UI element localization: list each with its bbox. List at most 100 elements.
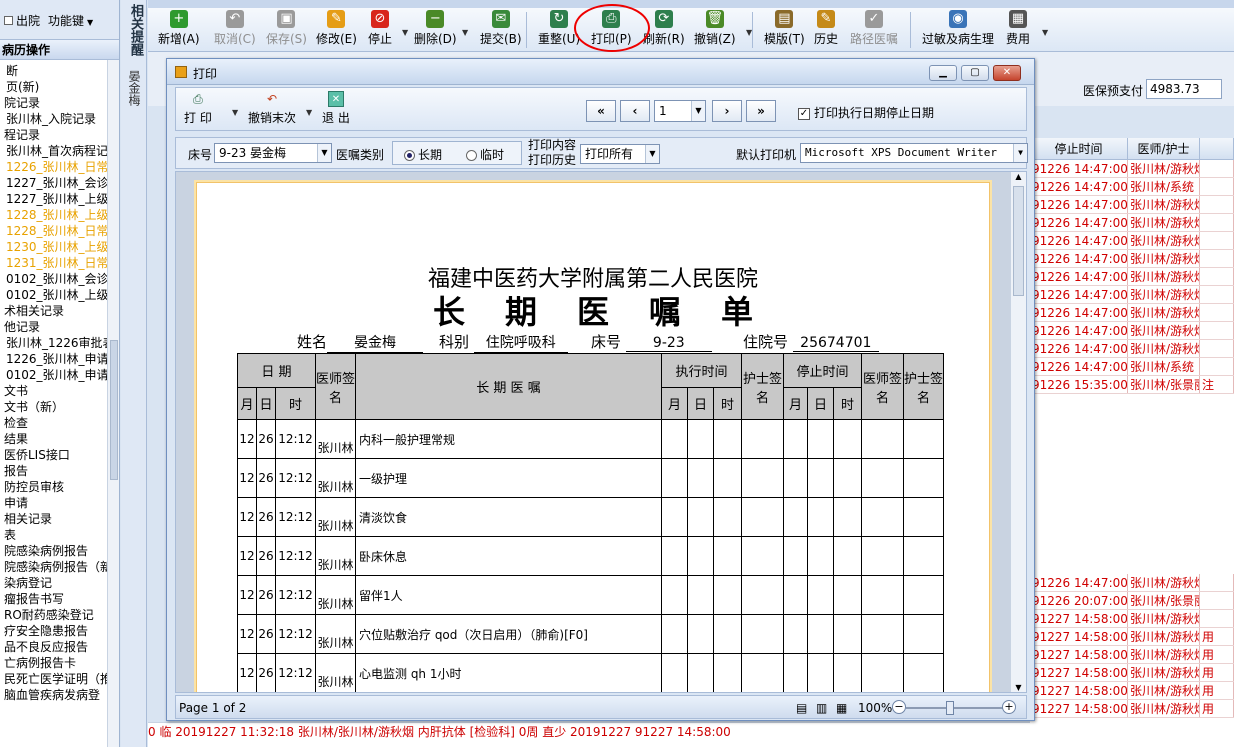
function-key-button[interactable]: 功能键 ▼ (48, 12, 93, 29)
prev-page-button[interactable]: ‹ (620, 100, 650, 122)
preview-scrollbar[interactable]: ▲ ▼ (1010, 172, 1026, 692)
maximize-button[interactable]: ▢ (961, 65, 989, 81)
table-row[interactable]: 91226 14:47:00 张川林/游秋烟 (1030, 160, 1234, 178)
tree-item[interactable]: 张川林_首次病程记 (0, 143, 119, 159)
tree-item[interactable]: 1227_张川林_会诊 (0, 175, 119, 191)
table-row[interactable]: 91227 14:58:00 张川林/游秋烟 (1030, 610, 1234, 628)
tree-item[interactable]: 张川林_1226审批表 (0, 335, 119, 351)
tree-item[interactable]: 文书（新） (0, 399, 119, 415)
tree-item[interactable]: 申请 (0, 495, 119, 511)
scroll-down-icon[interactable]: ▼ (1011, 683, 1026, 692)
tree-item[interactable]: 表 (0, 527, 119, 543)
toolbar-button-pathway[interactable]: ✓ 路径医嘱 (850, 10, 898, 47)
tree-item[interactable]: 民死亡医学证明（推 (0, 671, 119, 687)
printer-select[interactable]: Microsoft XPS Document Writer ▼ (800, 143, 1028, 163)
toolbar-button-stop[interactable]: ⊘ 停止 (368, 10, 392, 47)
tree-item[interactable]: 张川林_入院记录 (0, 111, 119, 127)
table-row[interactable]: 91226 14:47:00 张川林/游秋烟 (1030, 574, 1234, 592)
chevron-down-icon[interactable]: ▼ (402, 28, 408, 37)
tree-item[interactable]: 防控员审核 (0, 479, 119, 495)
table-row[interactable]: 91226 14:47:00 张川林/游秋烟 (1030, 232, 1234, 250)
tree-item[interactable]: 亡病例报告卡 (0, 655, 119, 671)
tree-item[interactable]: 报告 (0, 463, 119, 479)
tree-item[interactable]: 染病登记 (0, 575, 119, 591)
tree-item[interactable]: 结果 (0, 431, 119, 447)
tab-patient[interactable]: 晏金梅 (121, 60, 148, 116)
table-row[interactable]: 91227 14:58:00 张川林/游秋烟用 (1030, 700, 1234, 718)
toolbar-button-plus[interactable]: + 新增(A) (158, 10, 200, 47)
page-select[interactable]: 1 ▼ (654, 100, 706, 122)
tree-item[interactable]: 1231_张川林_日常 (0, 255, 119, 271)
grid-header-cell[interactable]: 停止时间 (1030, 138, 1128, 159)
table-row[interactable]: 91226 14:47:00 张川林/游秋烟 (1030, 250, 1234, 268)
tree-item[interactable]: 品不良反应报告 (0, 639, 119, 655)
table-row[interactable]: 91227 14:58:00 张川林/游秋烟用 (1030, 646, 1234, 664)
bed-select[interactable]: 9-23 晏金梅 ▼ (214, 143, 332, 163)
table-row[interactable]: 91226 14:47:00 张川林/游秋烟 (1030, 340, 1234, 358)
last-page-button[interactable]: » (746, 100, 776, 122)
toolbar-button-undo[interactable]: ↶ 取消(C) (214, 10, 256, 47)
scrollbar-thumb[interactable] (110, 340, 118, 480)
toolbar-button-edit[interactable]: ✎ 修改(E) (316, 10, 357, 47)
tree-item[interactable]: 1227_张川林_上级 (0, 191, 119, 207)
tab-reminders[interactable]: 相关提醒 (121, 0, 150, 60)
table-row[interactable]: 91226 14:47:00 张川林/游秋烟 (1030, 304, 1234, 322)
chevron-down-icon[interactable]: ▼ (306, 108, 312, 117)
toolbar-button-history[interactable]: ✎ 历史 (814, 10, 838, 47)
table-row[interactable]: 91226 14:47:00 张川林/游秋烟 (1030, 196, 1234, 214)
tree-item[interactable]: 0102_张川林_上级 (0, 287, 119, 303)
zoom-in-icon[interactable]: + (1002, 700, 1016, 714)
toolbar-button-delete[interactable]: − 删除(D) (414, 10, 457, 47)
left-scrollbar[interactable] (107, 60, 119, 747)
discharge-button[interactable]: 出院 (4, 12, 40, 29)
tree-item[interactable]: 0102_张川林_申请 (0, 367, 119, 383)
radio-long-term[interactable]: 长期 (404, 146, 442, 163)
zoom-slider-knob[interactable] (946, 701, 954, 715)
tree-item[interactable]: 院感染病例报告 (0, 543, 119, 559)
chevron-down-icon[interactable]: ▼ (232, 108, 238, 117)
toolbar-button-revoke[interactable]: 🗑 撤销(Z) (694, 10, 736, 47)
tree-item[interactable]: 1226_张川林_日常 (0, 159, 119, 175)
table-row[interactable]: 91227 14:58:00 张川林/游秋烟用 (1030, 664, 1234, 682)
tree-item[interactable]: 疗安全隐患报告 (0, 623, 119, 639)
table-row[interactable]: 91227 14:58:00 张川林/游秋烟用 (1030, 628, 1234, 646)
tree-item[interactable]: 1228_张川林_上级 (0, 207, 119, 223)
print-stop-date-checkbox[interactable]: ✓ 打印执行日期停止日期 (798, 104, 934, 121)
scroll-up-icon[interactable]: ▲ (1011, 172, 1026, 181)
tree-item[interactable]: 程记录 (0, 127, 119, 143)
toolbar-button-allergy[interactable]: ◉ 过敏及病生理 (922, 10, 994, 47)
chevron-down-icon[interactable]: ▼ (1042, 28, 1048, 37)
tree-item[interactable]: 1226_张川林_申请 (0, 351, 119, 367)
tree-item[interactable]: 0102_张川林_会诊 (0, 271, 119, 287)
first-page-button[interactable]: « (586, 100, 616, 122)
print-button[interactable]: ⎙ 打 印 (184, 91, 212, 126)
tree-item[interactable]: RO耐药感染登记 (0, 607, 119, 623)
next-page-button[interactable]: › (712, 100, 742, 122)
zoom-out-icon[interactable]: − (892, 700, 906, 714)
two-page-icon[interactable]: ▥ (816, 701, 827, 715)
undo-last-button[interactable]: ↶ 撤销末次 (248, 91, 296, 126)
print-scope-select[interactable]: 打印所有 ▼ (580, 144, 660, 164)
table-row[interactable]: 91226 14:47:00 张川林/游秋烟 (1030, 214, 1234, 232)
table-row[interactable]: 91226 14:47:00 张川林/游秋烟 (1030, 322, 1234, 340)
grid-header-cell[interactable]: 医师/护士 (1128, 138, 1200, 159)
toolbar-button-fee[interactable]: ▦ 费用 (1006, 10, 1030, 47)
tree-item[interactable]: 1228_张川林_日常 (0, 223, 119, 239)
table-row[interactable]: 91226 15:35:00 张川林/张景丽注 (1030, 376, 1234, 394)
toolbar-button-submit[interactable]: ✉ 提交(B) (480, 10, 522, 47)
table-row[interactable]: 91226 14:47:00 张川林/系统 (1030, 178, 1234, 196)
table-row[interactable]: 91226 14:47:00 张川林/游秋烟 (1030, 286, 1234, 304)
tree-item[interactable]: 相关记录 (0, 511, 119, 527)
table-row[interactable]: 91227 14:58:00 张川林/游秋烟用 (1030, 682, 1234, 700)
toolbar-button-save[interactable]: ▣ 保存(S) (266, 10, 307, 47)
table-row[interactable]: 91226 14:47:00 张川林/游秋烟 (1030, 268, 1234, 286)
tree-item[interactable]: 检查 (0, 415, 119, 431)
minimize-button[interactable]: ▁ (929, 65, 957, 81)
tree-item[interactable]: 院记录 (0, 95, 119, 111)
tree-item[interactable]: 文书 (0, 383, 119, 399)
tree-item[interactable]: 院感染病例报告（新 (0, 559, 119, 575)
toolbar-button-template[interactable]: ▤ 模版(T) (764, 10, 805, 47)
multi-page-icon[interactable]: ▦ (836, 701, 847, 715)
zoom-slider-track[interactable] (906, 707, 1004, 709)
exit-button[interactable]: ✕ 退 出 (322, 91, 350, 126)
